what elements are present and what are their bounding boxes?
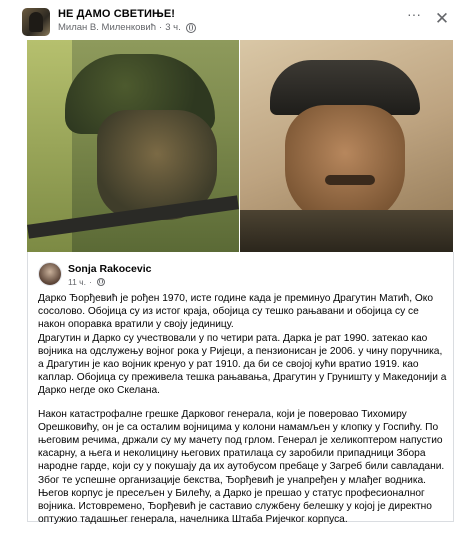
soldier-photo[interactable] xyxy=(27,40,239,252)
shared-post-card: Sonja Rakocevic 11 ч. · Дарко Ђорђевић ј… xyxy=(27,252,454,525)
portrait-painting[interactable] xyxy=(240,40,453,252)
paragraph-2: Након катастрофалне грешке Дарковог гене… xyxy=(38,408,445,526)
shared-post-time[interactable]: 11 ч. xyxy=(68,277,86,287)
post-image[interactable] xyxy=(27,40,453,252)
post-meta: Милан В. Миленковић · 3 ч. xyxy=(58,22,196,33)
shared-post-meta: 11 ч. · xyxy=(68,277,105,287)
globe-icon xyxy=(185,22,196,33)
close-button[interactable]: ✕ xyxy=(432,9,452,29)
shared-author-avatar[interactable] xyxy=(38,262,62,286)
group-name[interactable]: НЕ ДАМО СВЕТИЊЕ! xyxy=(58,8,175,20)
shared-author-name[interactable]: Sonja Rakocevic xyxy=(68,263,151,275)
meta-separator: · xyxy=(159,22,163,33)
author-link[interactable]: Милан В. Миленковић xyxy=(58,22,156,33)
shared-post-text: Дарко Ђорђевић је рођен 1970, исте годин… xyxy=(38,292,448,536)
post-header: НЕ ДАМО СВЕТИЊЕ! Милан В. Миленковић · 3… xyxy=(0,0,468,38)
post-time[interactable]: 3 ч. xyxy=(165,22,181,33)
group-avatar[interactable] xyxy=(22,8,50,36)
shared-meta-separator: · xyxy=(88,277,92,287)
paragraph-1: Дарко Ђорђевић је рођен 1970, исте годин… xyxy=(38,293,447,397)
globe-icon xyxy=(96,278,105,286)
more-options-button[interactable]: ··· xyxy=(404,7,424,25)
